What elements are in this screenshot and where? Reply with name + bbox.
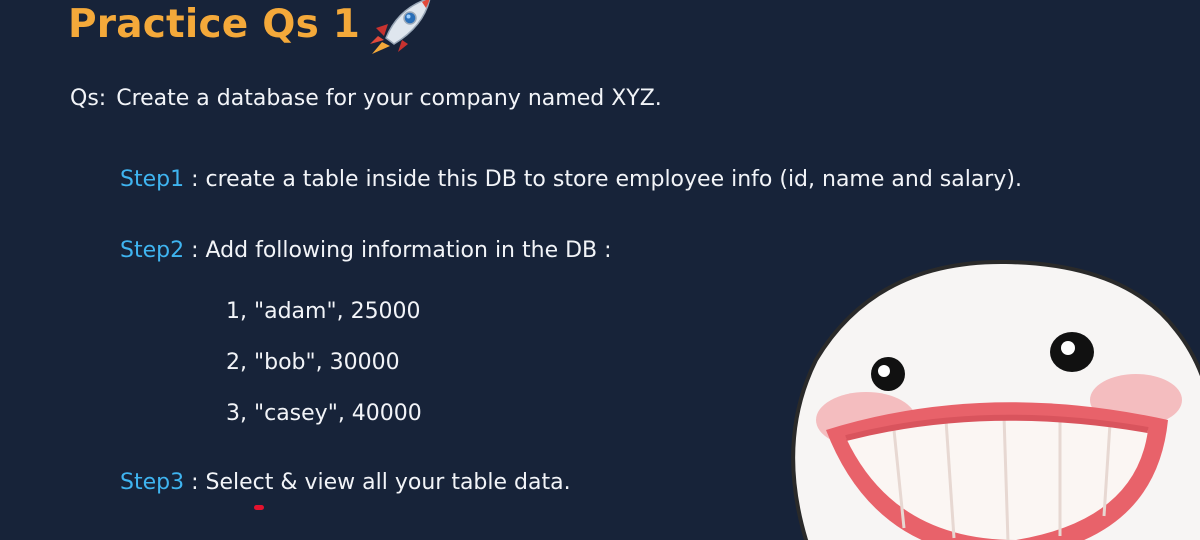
step-3: Step3 : Select & view all your table dat… (120, 470, 571, 495)
rocket-icon (370, 0, 431, 54)
title-row: Practice Qs 1 (68, 0, 360, 54)
cursor-mark (254, 505, 264, 510)
step-2-text: : Add following information in the DB : (191, 238, 612, 263)
step-2-label: Step2 (120, 238, 185, 263)
step-1: Step1 : create a table inside this DB to… (120, 167, 1022, 192)
question-prefix: Qs: (70, 86, 107, 111)
data-row-1: 1, "adam", 25000 (226, 299, 421, 324)
question-line: Qs: Create a database for your company na… (70, 86, 662, 111)
data-row-3: 3, "casey", 40000 (226, 401, 422, 426)
smiling-face-sticker (791, 259, 1200, 540)
data-row-2: 2, "bob", 30000 (226, 350, 400, 375)
slide: Practice Qs 1 Qs: Create a database for y… (0, 0, 1200, 540)
step-2: Step2 : Add following information in the… (120, 238, 612, 263)
question-text: Create a database for your company named… (116, 86, 662, 111)
step-1-text: : create a table inside this DB to store… (191, 167, 1022, 192)
slide-title: Practice Qs 1 (68, 1, 361, 47)
step-3-label: Step3 (120, 470, 185, 495)
step-1-label: Step1 (120, 167, 185, 192)
step-3-text: : Select & view all your table data. (191, 470, 571, 495)
